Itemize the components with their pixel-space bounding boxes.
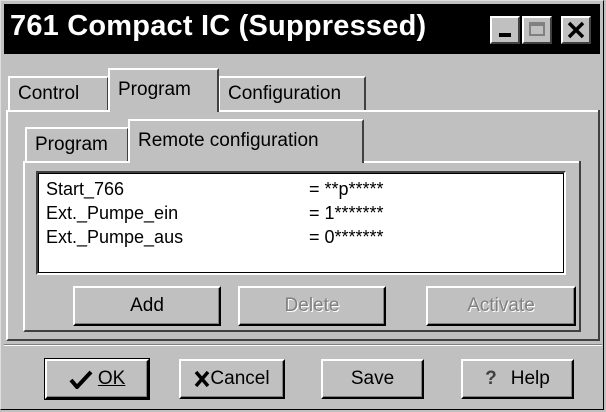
- list-item-name: Ext._Pumpe_aus: [46, 227, 184, 247]
- tab-program-sub[interactable]: Program: [25, 127, 129, 163]
- maximize-button[interactable]: [522, 16, 552, 44]
- remote-configuration-list[interactable]: Start_766 = **p***** Ext._Pumpe_ein = 1*…: [36, 171, 566, 275]
- close-button[interactable]: [561, 16, 591, 44]
- help-label: Help: [510, 368, 550, 389]
- cancel-button[interactable]: Cancel: [179, 359, 285, 399]
- tab-control[interactable]: Control: [8, 76, 109, 112]
- list-item-value: = 0*******: [309, 227, 384, 247]
- cancel-label: Cancel: [210, 368, 270, 389]
- activate-button[interactable]: Activate: [426, 286, 576, 326]
- title-bar[interactable]: 761 Compact IC (Suppressed): [4, 4, 600, 54]
- list-item-name: Start_766: [46, 179, 125, 199]
- question-mark-icon: ?: [485, 368, 497, 389]
- list-item-name: Ext._Pumpe_ein: [46, 203, 179, 223]
- separator: [4, 344, 602, 346]
- ok-button[interactable]: OK: [44, 358, 150, 400]
- checkmark-icon: [69, 370, 93, 389]
- tab-program[interactable]: Program: [108, 68, 219, 112]
- close-icon: [567, 21, 585, 39]
- help-button[interactable]: ? Help: [461, 359, 574, 399]
- list-item-value: = 1*******: [309, 203, 384, 223]
- program-window: 761 Compact IC (Suppressed) Control Conf…: [0, 0, 604, 410]
- tab-remote-configuration[interactable]: Remote configuration: [128, 119, 364, 163]
- minimize-icon: [499, 33, 511, 37]
- minimize-button[interactable]: [490, 16, 520, 44]
- ok-label: OK: [97, 368, 126, 389]
- delete-button[interactable]: Delete: [238, 286, 386, 326]
- tab-configuration[interactable]: Configuration: [218, 76, 366, 112]
- maximize-icon: [529, 22, 545, 36]
- list-item-value: = **p*****: [309, 179, 384, 199]
- add-button[interactable]: Add: [73, 286, 221, 326]
- x-icon: [195, 370, 210, 388]
- save-button[interactable]: Save: [321, 359, 424, 399]
- window-title: 761 Compact IC (Suppressed): [10, 10, 427, 42]
